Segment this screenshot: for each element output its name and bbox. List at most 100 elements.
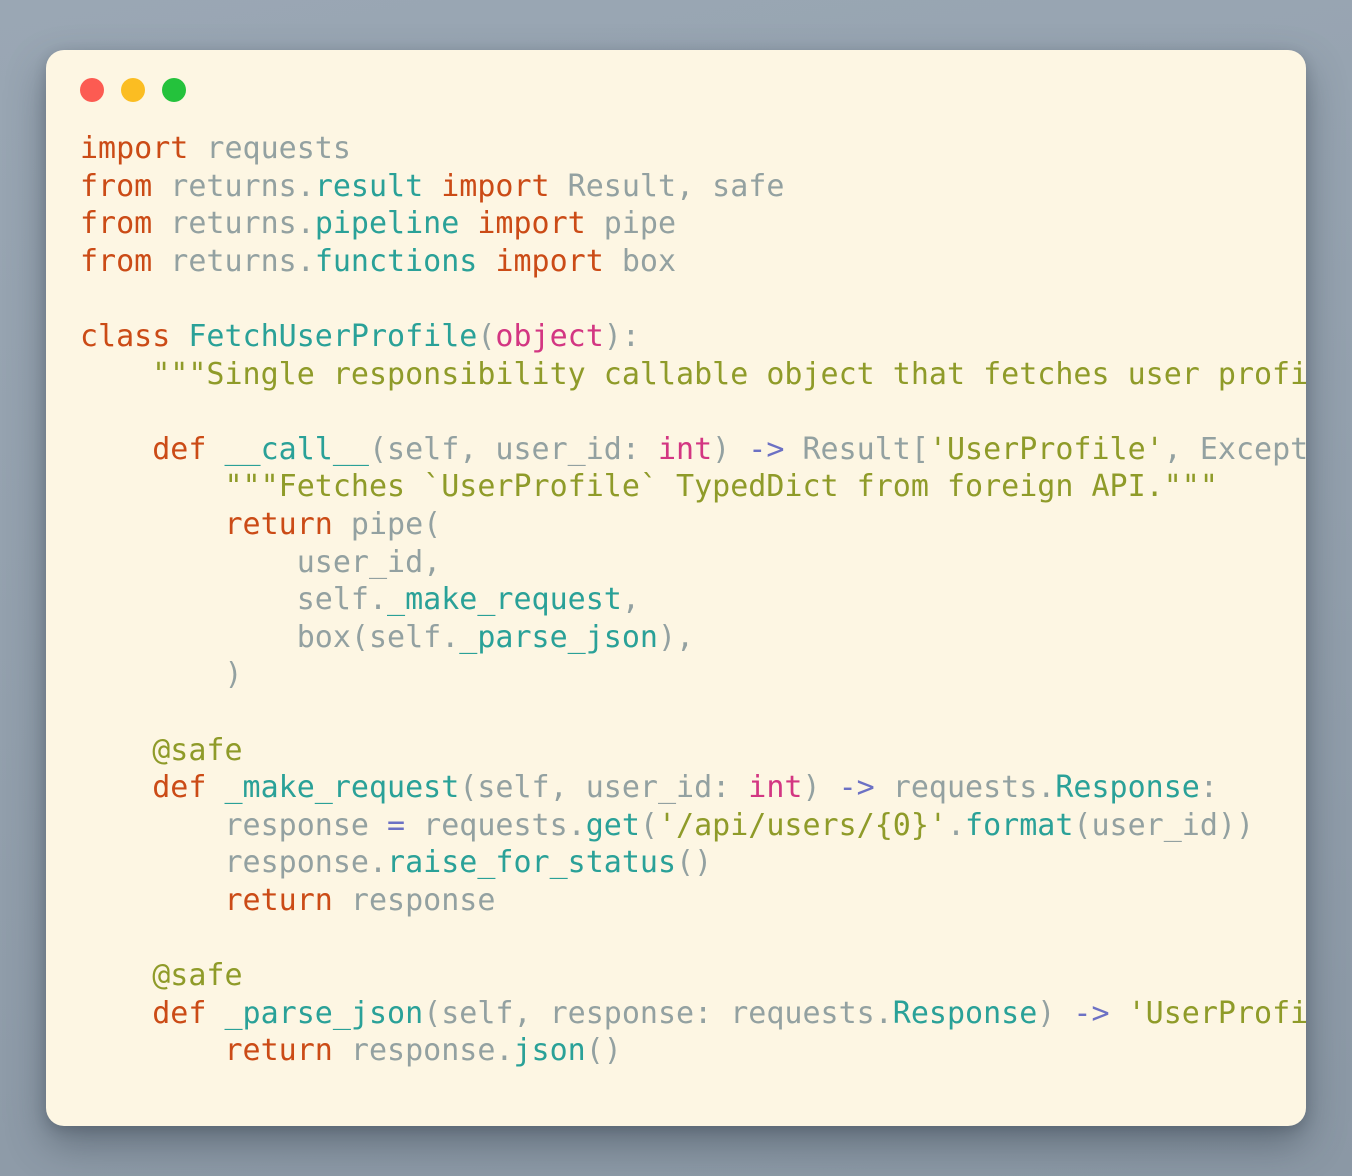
minimize-window-button[interactable] (121, 78, 145, 102)
code-token: """Single responsibility callable object… (80, 356, 1306, 392)
code-token: response (332, 882, 496, 918)
code-token: requests (188, 131, 351, 166)
zoom-window-button[interactable] (162, 78, 186, 102)
code-token: get (585, 807, 640, 843)
code-token: return (224, 506, 333, 542)
code-token: (user_id)) (1073, 807, 1255, 843)
code-token: import (441, 168, 550, 204)
code-token: _parse_json (459, 619, 658, 655)
code-token: _parse_json (224, 995, 424, 1031)
code-token: ) (80, 657, 243, 693)
code-token: response. (332, 1033, 514, 1069)
code-token: Response (1055, 770, 1200, 806)
code-token: pipe (585, 206, 677, 242)
code-token: '/api/users/{0}' (657, 807, 947, 843)
code-token: returns. (152, 243, 315, 279)
code-token: response. (80, 845, 388, 881)
code-token: () (585, 1033, 622, 1069)
code-token: return (224, 1033, 333, 1069)
code-token: def (152, 995, 207, 1031)
code-token: """Fetches `UserProfile` TypedDict from … (80, 469, 1218, 505)
code-token: raise_for_status (387, 845, 677, 881)
code-token: json (513, 1033, 586, 1069)
code-token: format (965, 807, 1074, 843)
code-token: import (477, 206, 586, 242)
code-token: pipeline (314, 206, 460, 242)
code-token: object (495, 318, 604, 354)
code-token: , (621, 582, 640, 618)
code-token: pipe( (332, 506, 442, 542)
code-token: ( (477, 318, 496, 354)
code-token: result (314, 168, 424, 204)
code-token: from (80, 168, 153, 204)
code-token: return (224, 882, 333, 918)
desktop-background: import requests from returns.result impo… (0, 0, 1352, 1176)
code-token: (self, user_id: (459, 770, 749, 806)
code-token: functions (314, 243, 478, 279)
code-body: import requests from returns.result impo… (46, 130, 1306, 1070)
code-token: def (152, 431, 207, 467)
code-token: int (748, 770, 803, 806)
code-token: __call__ (224, 431, 370, 467)
code-token: . (946, 807, 966, 843)
code-token: , Exception]: (1163, 431, 1306, 467)
code-token: user_id, (80, 544, 442, 580)
code-token: ( (639, 807, 658, 843)
code-token: ) (802, 770, 839, 806)
code-token: from (80, 206, 153, 242)
code-token: import (80, 131, 189, 166)
window-titlebar (46, 50, 1306, 130)
code-token: returns. (152, 168, 315, 204)
code-token: = (387, 807, 406, 843)
source-code[interactable]: import requests from returns.result impo… (80, 130, 1306, 1070)
code-token: int (657, 431, 713, 467)
code-token: (self, user_id: (369, 431, 658, 467)
code-token: import (495, 243, 604, 279)
code-snippet-window: import requests from returns.result impo… (46, 50, 1306, 1126)
code-token: Result[ (784, 431, 929, 467)
code-token: : (1199, 770, 1218, 806)
code-token: () (676, 845, 713, 881)
code-token: -> (748, 431, 785, 467)
code-token: ) (712, 431, 749, 467)
code-token: response (80, 807, 388, 843)
code-token: 'UserProfile' (1127, 995, 1306, 1031)
code-token: _make_request (224, 770, 460, 806)
code-token: requests. (405, 807, 586, 843)
code-token: box(self. (80, 619, 460, 655)
code-token: (self, response: requests. (423, 995, 893, 1031)
code-token: ) (1037, 995, 1074, 1031)
code-token: FetchUserProfile (188, 318, 478, 354)
code-token: @safe (80, 958, 243, 994)
code-token: 'UserProfile' (928, 431, 1164, 467)
code-token: self. (80, 582, 388, 618)
close-window-button[interactable] (80, 78, 104, 102)
code-token: from (80, 243, 153, 279)
code-token: Response (892, 995, 1038, 1031)
code-token: ), (657, 619, 695, 655)
code-token: ): (603, 318, 640, 354)
code-token: Result, safe (549, 168, 785, 204)
code-token: class (80, 318, 171, 354)
code-token: @safe (80, 732, 243, 768)
code-token: box (603, 243, 677, 279)
code-token: def (152, 770, 207, 806)
code-token: returns. (152, 206, 315, 242)
code-token: -> (1073, 995, 1110, 1031)
code-token: -> (838, 770, 875, 806)
code-token: requests. (874, 770, 1056, 806)
